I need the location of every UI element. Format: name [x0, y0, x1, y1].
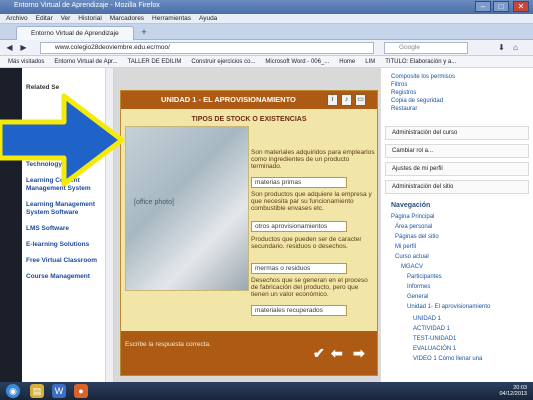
navigation-bar: ◀ ▶ www.colegio28deoviembre.edu.ec/moo/ …: [0, 40, 533, 56]
sound-icon[interactable]: ♪: [341, 94, 352, 106]
definition-text: Desechos que se generan en el proceso de…: [251, 277, 368, 299]
search-input[interactable]: Google: [384, 42, 468, 54]
link-learning-management-system-software[interactable]: Learning Management System Software: [26, 201, 105, 217]
nav-item[interactable]: Área personal: [395, 224, 432, 231]
nav-item[interactable]: ACTIVIDAD 1: [413, 326, 450, 333]
close-button[interactable]: ✕: [513, 1, 529, 12]
definition-text: Son materiales adquiridos para emplearlo…: [251, 149, 375, 171]
admin-link[interactable]: Registros: [391, 90, 416, 97]
menu-item-herramientas[interactable]: Herramientas: [152, 14, 191, 24]
nav-item[interactable]: Participantes: [407, 274, 442, 281]
admin-link[interactable]: Copia de seguridad: [391, 98, 443, 105]
check-icon[interactable]: ✔: [313, 345, 325, 362]
admin-link[interactable]: Composite los permisos: [391, 74, 455, 81]
window-titlebar: Entorno Virtual de Aprendizaje - Mozilla…: [0, 0, 533, 14]
system-clock: 20:03 04/12/2013: [499, 385, 527, 397]
menu-item-ayuda[interactable]: Ayuda: [199, 14, 217, 24]
block-course-admin[interactable]: Administración del curso: [385, 126, 529, 140]
lesson-header: UNIDAD 1 - EL APROVISIONAMIENTO i ♪ ▭: [121, 91, 377, 109]
home-icon[interactable]: ⌂: [510, 42, 521, 53]
answer-field[interactable]: mermas o residuos: [251, 263, 347, 274]
lesson-title: UNIDAD 1 - EL APROVISIONAMIENTO: [161, 95, 296, 104]
back-arrow-icon[interactable]: ◀: [4, 42, 15, 53]
forward-arrow-icon[interactable]: ▶: [18, 42, 29, 53]
definition-text: Son productos que adquiere la empresa y …: [251, 191, 372, 213]
folder-icon[interactable]: ▤: [30, 384, 44, 398]
instruction-text: Escribe la respuesta correcta.: [125, 341, 211, 348]
answer-field[interactable]: otros aprovisionamientos: [251, 221, 347, 232]
link-free-virtual-classroom[interactable]: Free Virtual Classroom: [26, 257, 105, 265]
link-course-management[interactable]: Course Management: [26, 273, 105, 281]
menu-item-historial[interactable]: Historial: [78, 14, 101, 24]
bookmark-item[interactable]: Microsoft Word - 006_...: [265, 56, 329, 67]
nav-item[interactable]: EVALUACIÓN 1: [413, 346, 456, 353]
new-tab-button[interactable]: +: [138, 27, 150, 38]
next-arrow-icon[interactable]: ➡: [353, 345, 365, 362]
bookmark-item[interactable]: Entorno Virtual de Apr...: [54, 56, 117, 67]
nav-item[interactable]: MGACV: [401, 264, 423, 271]
nav-item[interactable]: Unidad 1- El aprovisionamiento: [407, 304, 490, 311]
menu-bar: Archivo Editar Ver Historial Marcadores …: [0, 14, 533, 24]
bookmarks-bar: Más visitados Entorno Virtual de Apr... …: [0, 56, 533, 68]
nav-item[interactable]: Mi perfil: [395, 244, 416, 251]
bookmark-item[interactable]: TALLER DE EDILIM: [128, 56, 182, 67]
window-title: Entorno Virtual de Aprendizaje - Mozilla…: [14, 2, 160, 9]
link-e-learning-solutions[interactable]: E-learning Solutions: [26, 241, 105, 249]
bookmark-item[interactable]: TITULO: Elaboración y a...: [385, 56, 456, 67]
navigation-block-title: Navegación: [391, 202, 431, 209]
nav-item[interactable]: Curso actual: [395, 254, 429, 261]
bookmark-item[interactable]: Más visitados: [8, 56, 44, 67]
clock-date: 04/12/2013: [499, 391, 527, 397]
firefox-icon[interactable]: ●: [74, 384, 88, 398]
windows-taskbar: ◉ ▤ W ● 20:03 04/12/2013: [0, 382, 533, 400]
menu-item-archivo[interactable]: Archivo: [6, 14, 28, 24]
url-field[interactable]: www.colegio28deoviembre.edu.ec/moo/: [40, 42, 374, 54]
definition-text: Productos que pueden ser de caracter sec…: [251, 236, 362, 251]
lesson-activity-panel: UNIDAD 1 - EL APROVISIONAMIENTO i ♪ ▭ TI…: [120, 90, 378, 376]
nav-item[interactable]: Páginas del sitio: [395, 234, 439, 241]
answer-field[interactable]: materias primas: [251, 177, 347, 188]
nav-item[interactable]: VIDEO 1 Cómo llenar una: [413, 356, 482, 363]
tab-entorno-virtual[interactable]: Entorno Virtual de Aprendizaje: [16, 26, 134, 40]
minimize-button[interactable]: –: [475, 1, 491, 12]
lesson-subtitle: TIPOS DE STOCK O EXISTENCIAS: [191, 116, 307, 123]
admin-link[interactable]: Restaurar: [391, 106, 417, 113]
photo-placeholder-label: [office photo]: [134, 199, 174, 206]
word-icon[interactable]: W: [52, 384, 66, 398]
bookmark-item[interactable]: LIM: [365, 56, 375, 67]
lesson-footer: Escribe la respuesta correcta. ✔ ⬅ ➡: [121, 331, 377, 375]
info-icon[interactable]: i: [327, 94, 338, 106]
nav-item[interactable]: UNIDAD 1: [413, 316, 441, 323]
menu-item-marcadores[interactable]: Marcadores: [110, 14, 144, 24]
screen-icon[interactable]: ▭: [355, 94, 366, 106]
pointer-arrow-icon: [0, 93, 125, 187]
back-arrow-icon[interactable]: ⬅: [331, 345, 343, 362]
menu-item-ver[interactable]: Ver: [61, 14, 71, 24]
nav-item[interactable]: TEST-UNIDAD1: [413, 336, 456, 343]
bookmark-item[interactable]: Construir ejercicios co...: [191, 56, 255, 67]
tab-label: Entorno Virtual de Aprendizaje: [31, 30, 119, 37]
maximize-button[interactable]: □: [493, 1, 509, 12]
office-photo: [office photo]: [125, 126, 249, 291]
tab-bar: Entorno Virtual de Aprendizaje +: [0, 24, 533, 40]
start-icon[interactable]: ◉: [6, 384, 20, 398]
bookmark-item[interactable]: Home: [339, 56, 355, 67]
nav-item[interactable]: Informes: [407, 284, 430, 291]
link-lms-software[interactable]: LMS Software: [26, 225, 105, 233]
moodle-sidebar: Composite los permisos Filtros Registros…: [380, 68, 533, 382]
nav-item[interactable]: Página Principal: [391, 214, 434, 221]
admin-link[interactable]: Filtros: [391, 82, 407, 89]
nav-item[interactable]: General: [407, 294, 428, 301]
menu-item-editar[interactable]: Editar: [36, 14, 53, 24]
block-switch-role[interactable]: Cambiar rol a...: [385, 144, 529, 158]
answer-field[interactable]: materiales recuperados: [251, 305, 347, 316]
download-icon[interactable]: ⬇: [496, 42, 507, 53]
block-profile-settings[interactable]: Ajustes de mi perfil: [385, 162, 529, 176]
block-site-admin[interactable]: Administración del sitio: [385, 180, 529, 194]
